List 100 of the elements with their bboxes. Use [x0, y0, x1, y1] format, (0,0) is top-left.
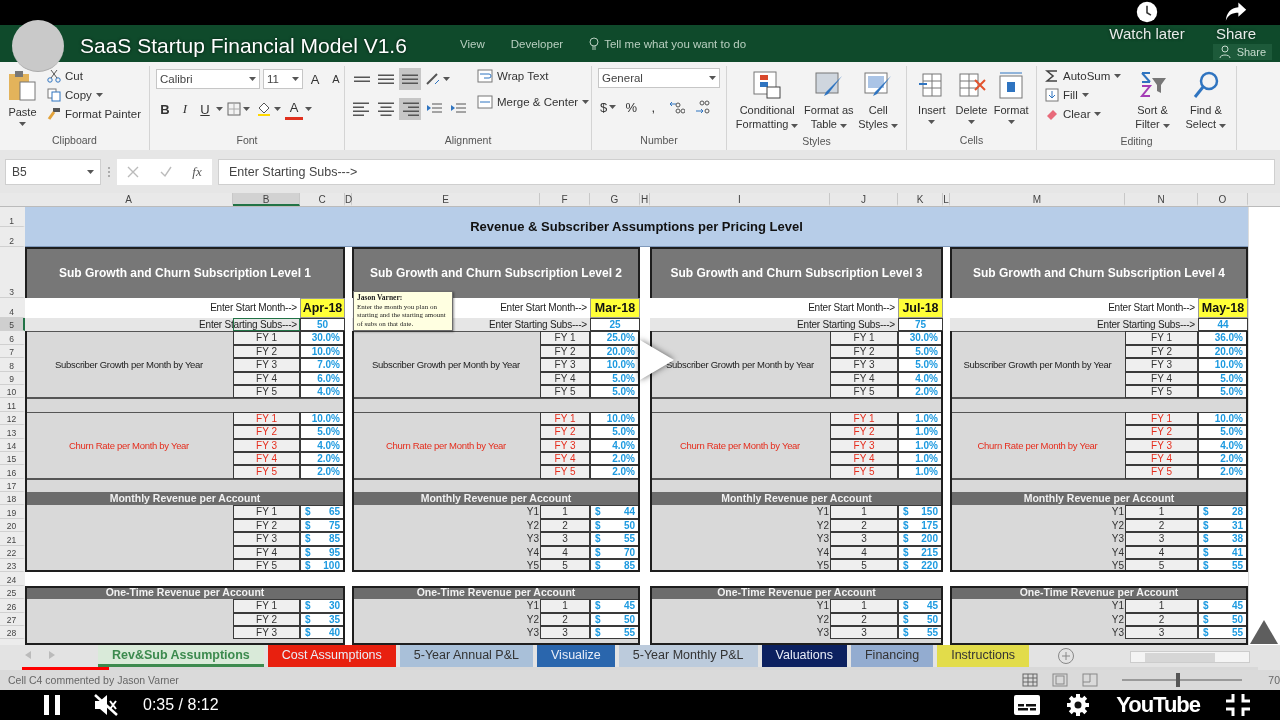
column-header[interactable]: L: [943, 193, 950, 206]
start-month-cell[interactable]: Apr-18: [300, 298, 345, 318]
share-button[interactable]: Share: [1212, 44, 1272, 60]
column-header[interactable]: B: [233, 193, 300, 206]
slider-thumb[interactable]: [1176, 673, 1181, 687]
percent-button[interactable]: %: [622, 96, 641, 118]
alignment-button[interactable]: [399, 98, 421, 120]
start-month-cell[interactable]: May-18: [1198, 298, 1248, 318]
find-select-button[interactable]: Find & Select: [1181, 68, 1230, 133]
cell-value: 55: [1231, 560, 1243, 572]
start-month-cell[interactable]: Mar-18: [590, 298, 640, 318]
column-header[interactable]: C: [300, 193, 345, 206]
caret-icon: [216, 107, 223, 111]
table-cell: FY 2: [830, 425, 898, 439]
table-cell: 7.0%: [300, 358, 345, 372]
row-header[interactable]: 5: [0, 318, 25, 332]
ribbon-tab[interactable]: Developer: [510, 37, 564, 50]
cells-button[interactable]: Insert: [913, 68, 951, 132]
cell-value: 50: [623, 519, 635, 532]
bold-button[interactable]: B: [156, 98, 174, 120]
table-cell: 3: [830, 532, 898, 546]
watch-later-button[interactable]: Watch later: [1100, 1, 1194, 42]
scrollbar-thumb[interactable]: [1145, 652, 1215, 662]
merge-center-button[interactable]: Merge & Center: [475, 94, 592, 110]
table-cell: 3: [540, 532, 590, 546]
column-header[interactable]: K: [898, 193, 943, 206]
settings-button[interactable]: [1066, 693, 1091, 717]
copy-icon: [46, 88, 61, 102]
column-header[interactable]: G: [590, 193, 640, 206]
font-name-field[interactable]: Calibri: [156, 69, 260, 89]
paste-button[interactable]: Paste: [6, 68, 39, 132]
styles-button[interactable]: Format as Table: [801, 68, 857, 133]
font-size-field[interactable]: 11: [263, 69, 303, 89]
sort-filter-button[interactable]: Sort & Filter: [1129, 68, 1176, 133]
triangle-icon[interactable]: [1250, 620, 1278, 644]
column-header[interactable]: H: [640, 193, 650, 206]
tell-me-field[interactable]: Tell me what you want to do: [604, 37, 747, 50]
normal-view-icon[interactable]: [1022, 673, 1039, 687]
column-header[interactable]: M: [950, 193, 1125, 206]
autosum-button[interactable]: AutoSum: [1043, 68, 1124, 84]
cut-button[interactable]: Cut: [44, 68, 143, 84]
column-header[interactable]: O: [1198, 193, 1248, 206]
section-label: Churn Rate per Month by Year: [69, 439, 189, 451]
font-color-button[interactable]: A: [285, 98, 303, 120]
italic-button[interactable]: I: [176, 98, 194, 120]
formula-field[interactable]: Enter Starting Subs--->: [218, 159, 1275, 185]
sheet-tab[interactable]: Instructions: [937, 645, 1030, 667]
cells-button[interactable]: Format: [992, 68, 1030, 132]
column-header[interactable]: D: [345, 193, 352, 206]
row-header[interactable]: 24: [0, 572, 25, 586]
start-month-cell[interactable]: Jul-18: [898, 298, 943, 318]
format-painter-button[interactable]: Format Painter: [44, 106, 143, 122]
column-header[interactable]: J: [830, 193, 898, 206]
share-button[interactable]: Share: [1206, 1, 1266, 42]
horizontal-scrollbar[interactable]: [1130, 651, 1250, 663]
name-box[interactable]: B5: [5, 159, 101, 185]
insert-function-button[interactable]: fx: [192, 164, 202, 180]
styles-button[interactable]: Cell Styles: [856, 68, 900, 133]
mute-button[interactable]: [93, 693, 119, 717]
caret-icon: [292, 77, 299, 81]
sheet-tab[interactable]: Rev&Sub Assumptions: [98, 645, 264, 667]
underline-button[interactable]: U: [196, 98, 214, 120]
ribbon-tab[interactable]: View: [460, 37, 485, 50]
caret-icon: [891, 124, 899, 128]
video-title[interactable]: SaaS Startup Financial Model V1.6: [80, 34, 407, 58]
check-icon[interactable]: [159, 166, 172, 178]
subtitles-button[interactable]: [1014, 695, 1041, 715]
clear-button[interactable]: Clear: [1043, 106, 1124, 122]
currency-button[interactable]: $: [598, 96, 619, 118]
cells-button[interactable]: Delete: [952, 68, 991, 132]
delete-cells-icon: [956, 70, 987, 100]
number-format-field[interactable]: General: [598, 68, 720, 88]
sheet-tab[interactable]: Visualize: [537, 645, 615, 667]
column-header[interactable]: N: [1125, 193, 1198, 206]
pause-button[interactable]: [43, 695, 61, 715]
section-label: Subscriber Growth per Month by Year: [666, 359, 814, 371]
column-header[interactable]: E: [352, 193, 540, 206]
sheet-tab[interactable]: 5-Year Annual P&L: [399, 645, 533, 667]
sheet-tab[interactable]: Financing: [851, 645, 934, 667]
wrap-text-button[interactable]: Wrap Text: [475, 68, 592, 84]
add-sheet-icon[interactable]: [1057, 647, 1076, 665]
comma-button[interactable]: ,: [644, 96, 663, 118]
column-header[interactable]: F: [540, 193, 590, 206]
grow-font-button[interactable]: A: [306, 68, 324, 90]
column-header[interactable]: I: [650, 193, 830, 206]
progress-bar[interactable]: [22, 667, 1258, 670]
section-label: Churn Rate per Month by Year: [680, 439, 800, 451]
alignment-button[interactable]: [399, 68, 421, 90]
copy-button[interactable]: Copy: [44, 87, 143, 103]
sheet-tab[interactable]: Cost Assumptions: [267, 645, 396, 667]
fill-button[interactable]: Fill: [1043, 87, 1124, 103]
caret-icon: [582, 100, 590, 104]
sheet-tab[interactable]: Valuations: [761, 645, 847, 667]
youtube-logo[interactable]: YouTube: [1116, 692, 1200, 718]
shrink-font-button[interactable]: A: [327, 68, 345, 90]
sheet-tab[interactable]: 5-Year Monthly P&L: [618, 645, 758, 667]
styles-button[interactable]: Conditional Formatting: [733, 68, 802, 133]
group-label: Alignment: [443, 134, 493, 148]
caret-icon: [609, 105, 617, 109]
exit-fullscreen-button[interactable]: [1226, 694, 1250, 716]
